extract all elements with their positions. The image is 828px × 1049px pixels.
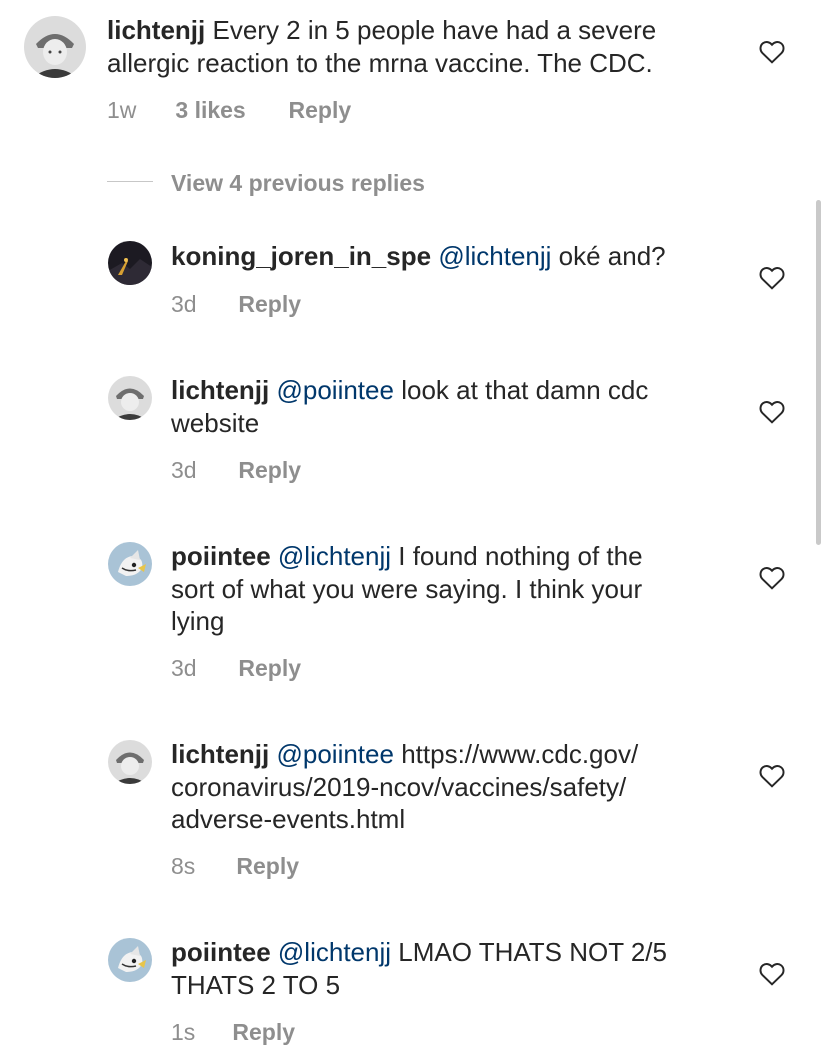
comment-body-line: Every 2 in 5 people have had a severe [212,15,657,45]
view-previous-replies-button[interactable]: View 4 previous replies [171,170,425,197]
comment-body-line: LMAO THATS NOT 2/5 [398,937,667,967]
comment-time: 1s [171,1019,196,1045]
comment-body-line: website [171,407,260,438]
avatar[interactable] [108,740,152,784]
comment-text: lichtenjj Every 2 in 5 people have had a… [107,14,656,79]
comment-text: koning_joren_in_spe @lichtenjj oké and? [171,240,666,273]
reply-button[interactable]: Reply [236,853,299,879]
reply-button[interactable]: Reply [232,1019,295,1045]
avatar[interactable] [24,16,86,78]
heart-icon[interactable] [759,40,785,64]
comment-time: 1w [107,97,137,123]
comment-likes[interactable]: 3 likes [175,97,245,123]
comment-username[interactable]: lichtenjj [171,739,269,769]
comment-body-line: I found nothing of the [398,541,643,571]
comment-meta: 8s Reply [171,853,299,880]
comment-time: 3d [171,291,197,317]
comment-meta: 1w 3 likes Reply [107,97,351,124]
reply-button[interactable]: Reply [289,97,352,123]
divider [107,181,153,182]
avatar[interactable] [108,938,152,982]
comment-link[interactable]: adverse-events.html [171,804,405,834]
comment-body-line: look at that damn cdc [401,375,649,405]
reply-button[interactable]: Reply [238,655,301,681]
comment-time: 8s [171,853,196,879]
comment-meta: 3d Reply [171,291,301,318]
comment-username[interactable]: poiintee [171,937,271,967]
heart-icon[interactable] [759,400,785,424]
heart-icon[interactable] [759,962,785,986]
mention-link[interactable]: @poiintee [276,375,393,405]
mention-link[interactable]: @poiintee [276,739,393,769]
comment-time: 3d [171,457,197,483]
comment-username[interactable]: koning_joren_in_spe [171,241,431,271]
comment-body-line: lying [171,606,225,636]
comment-meta: 3d Reply [171,655,301,682]
mention-link[interactable]: @lichtenjj [438,241,551,271]
comment-text: poiintee @lichtenjj I found nothing of t… [171,540,643,638]
avatar[interactable] [108,241,152,285]
comment-meta: 3d Reply [171,457,301,484]
heart-icon[interactable] [759,566,785,590]
mention-link[interactable]: @lichtenjj [278,541,391,571]
comment-link[interactable]: coronavirus/2019-ncov/vaccines/safety/ [171,772,626,802]
comment-body-line: sort of what you were saying. I think yo… [171,573,643,604]
comment-username[interactable]: poiintee [171,541,271,571]
heart-icon[interactable] [759,266,785,290]
comment-body-line: THATS 2 TO 5 [171,969,341,1000]
avatar[interactable] [108,376,152,420]
comment-username[interactable]: lichtenjj [171,375,269,405]
avatar[interactable] [108,542,152,586]
reply-button[interactable]: Reply [238,457,301,483]
heart-icon[interactable] [759,764,785,788]
scrollbar[interactable] [816,200,821,545]
reply-button[interactable]: Reply [238,291,301,317]
comment-body-line: oké and? [558,241,666,271]
mention-link[interactable]: @lichtenjj [278,937,391,967]
comment-time: 3d [171,655,197,681]
comment-text: lichtenjj @poiintee look at that damn cd… [171,374,648,439]
comment-text: lichtenjj @poiintee https://www.cdc.gov/… [171,738,638,836]
comment-meta: 1s Reply [171,1019,295,1046]
comment-username[interactable]: lichtenjj [107,15,205,45]
comment-body-line: allergic reaction to the mrna vaccine. T… [107,47,653,78]
comment-text: poiintee @lichtenjj LMAO THATS NOT 2/5 T… [171,936,667,1001]
comment-link[interactable]: https://www.cdc.gov/ [401,739,638,769]
